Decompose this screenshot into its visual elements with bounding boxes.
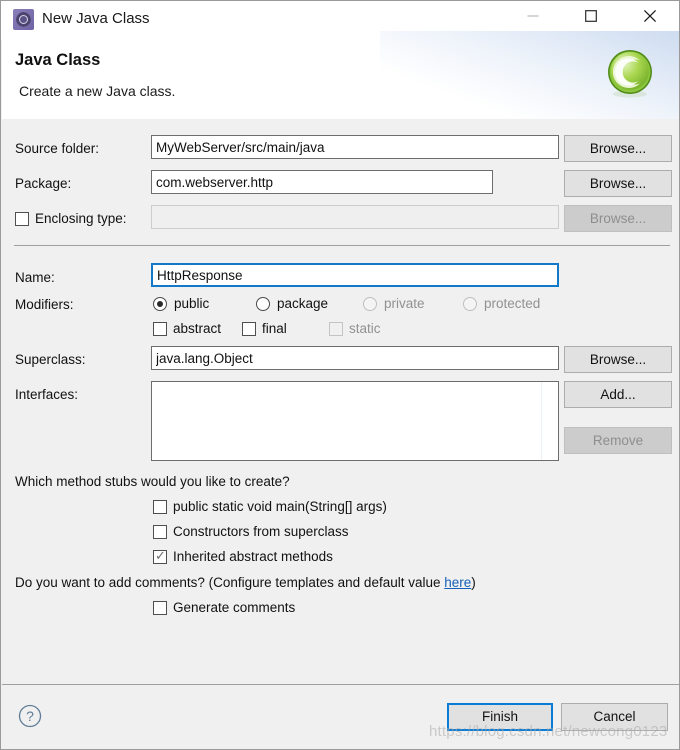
- enclosing-type-label: Enclosing type:: [35, 211, 127, 226]
- stub-label-inherited: Inherited abstract methods: [173, 549, 333, 564]
- svg-text:?: ?: [26, 708, 34, 724]
- dialog-body: Source folder: Browse... Package: Browse…: [2, 119, 679, 684]
- stub-checkbox-inherited[interactable]: ✓: [153, 549, 167, 564]
- page-title: Java Class: [15, 51, 101, 69]
- modifier-label-protected: protected: [484, 296, 541, 311]
- source-folder-input[interactable]: [151, 135, 559, 159]
- cancel-button[interactable]: Cancel: [561, 703, 668, 731]
- stub-checkbox-main[interactable]: [153, 500, 167, 514]
- modifier-radio-protected: [463, 297, 477, 311]
- green-class-icon: [608, 50, 652, 98]
- stub-checkbox-constructors[interactable]: [153, 525, 167, 539]
- modifier-checkbox-final[interactable]: [242, 322, 256, 336]
- modifier-checkbox-abstract[interactable]: [153, 322, 167, 336]
- modifier-label-package: package: [277, 296, 329, 311]
- comments-question-text: Do you want to add comments? (Configure …: [15, 575, 445, 590]
- interfaces-scrollbar[interactable]: [541, 382, 558, 460]
- modifiers-label: Modifiers:: [15, 297, 74, 312]
- modifier-radio-private: [363, 297, 377, 311]
- interfaces-label: Interfaces:: [15, 387, 79, 402]
- source-folder-browse-button[interactable]: Browse...: [564, 135, 672, 162]
- name-input[interactable]: [151, 263, 559, 287]
- modifier-label-final: final: [262, 321, 287, 336]
- superclass-label: Superclass:: [15, 352, 86, 367]
- package-label: Package:: [15, 176, 72, 191]
- comments-question: Do you want to add comments? (Configure …: [15, 575, 476, 590]
- configure-templates-link[interactable]: here: [444, 575, 471, 590]
- wizard-banner: Java Class Create a new Java class.: [2, 31, 679, 120]
- superclass-browse-button[interactable]: Browse...: [564, 346, 672, 373]
- interfaces-add-button[interactable]: Add...: [564, 381, 672, 408]
- stub-label-constructors: Constructors from superclass: [173, 524, 349, 539]
- minimize-icon[interactable]: [510, 1, 556, 31]
- enclosing-type-browse-button: Browse...: [564, 205, 672, 232]
- interfaces-list[interactable]: [151, 381, 559, 461]
- page-subtitle: Create a new Java class.: [19, 83, 176, 99]
- modifier-radio-public[interactable]: [153, 297, 167, 311]
- package-browse-button[interactable]: Browse...: [564, 170, 672, 197]
- new-java-class-dialog: New Java Class Java Class Create a new J…: [0, 0, 680, 750]
- window-title: New Java Class: [42, 10, 150, 27]
- enclosing-type-checkbox[interactable]: [15, 212, 29, 226]
- modifier-label-abstract: abstract: [173, 321, 222, 336]
- modifier-checkbox-static: [329, 322, 343, 336]
- modifier-label-private: private: [384, 296, 425, 311]
- stub-label-main: public static void main(String[] args): [173, 499, 387, 514]
- generate-comments-label: Generate comments: [173, 600, 296, 615]
- separator-top: [14, 245, 670, 246]
- source-folder-label: Source folder:: [15, 141, 100, 156]
- modifier-label-public: public: [174, 296, 210, 311]
- name-label: Name:: [15, 270, 55, 285]
- enclosing-type-input: [151, 205, 559, 229]
- package-input[interactable]: [151, 170, 493, 194]
- method-stubs-question: Which method stubs would you like to cre…: [15, 474, 290, 489]
- help-icon[interactable]: ?: [18, 704, 42, 728]
- maximize-icon[interactable]: [568, 1, 614, 31]
- interfaces-remove-button: Remove: [564, 427, 672, 454]
- modifier-radio-package[interactable]: [256, 297, 270, 311]
- java-wizard-icon: [13, 9, 34, 30]
- superclass-input[interactable]: [151, 346, 559, 370]
- generate-comments-checkbox[interactable]: [153, 601, 167, 615]
- comments-question-tail: ): [471, 575, 476, 590]
- finish-button[interactable]: Finish: [447, 703, 553, 731]
- close-icon[interactable]: [627, 1, 673, 31]
- modifier-label-static: static: [349, 321, 381, 336]
